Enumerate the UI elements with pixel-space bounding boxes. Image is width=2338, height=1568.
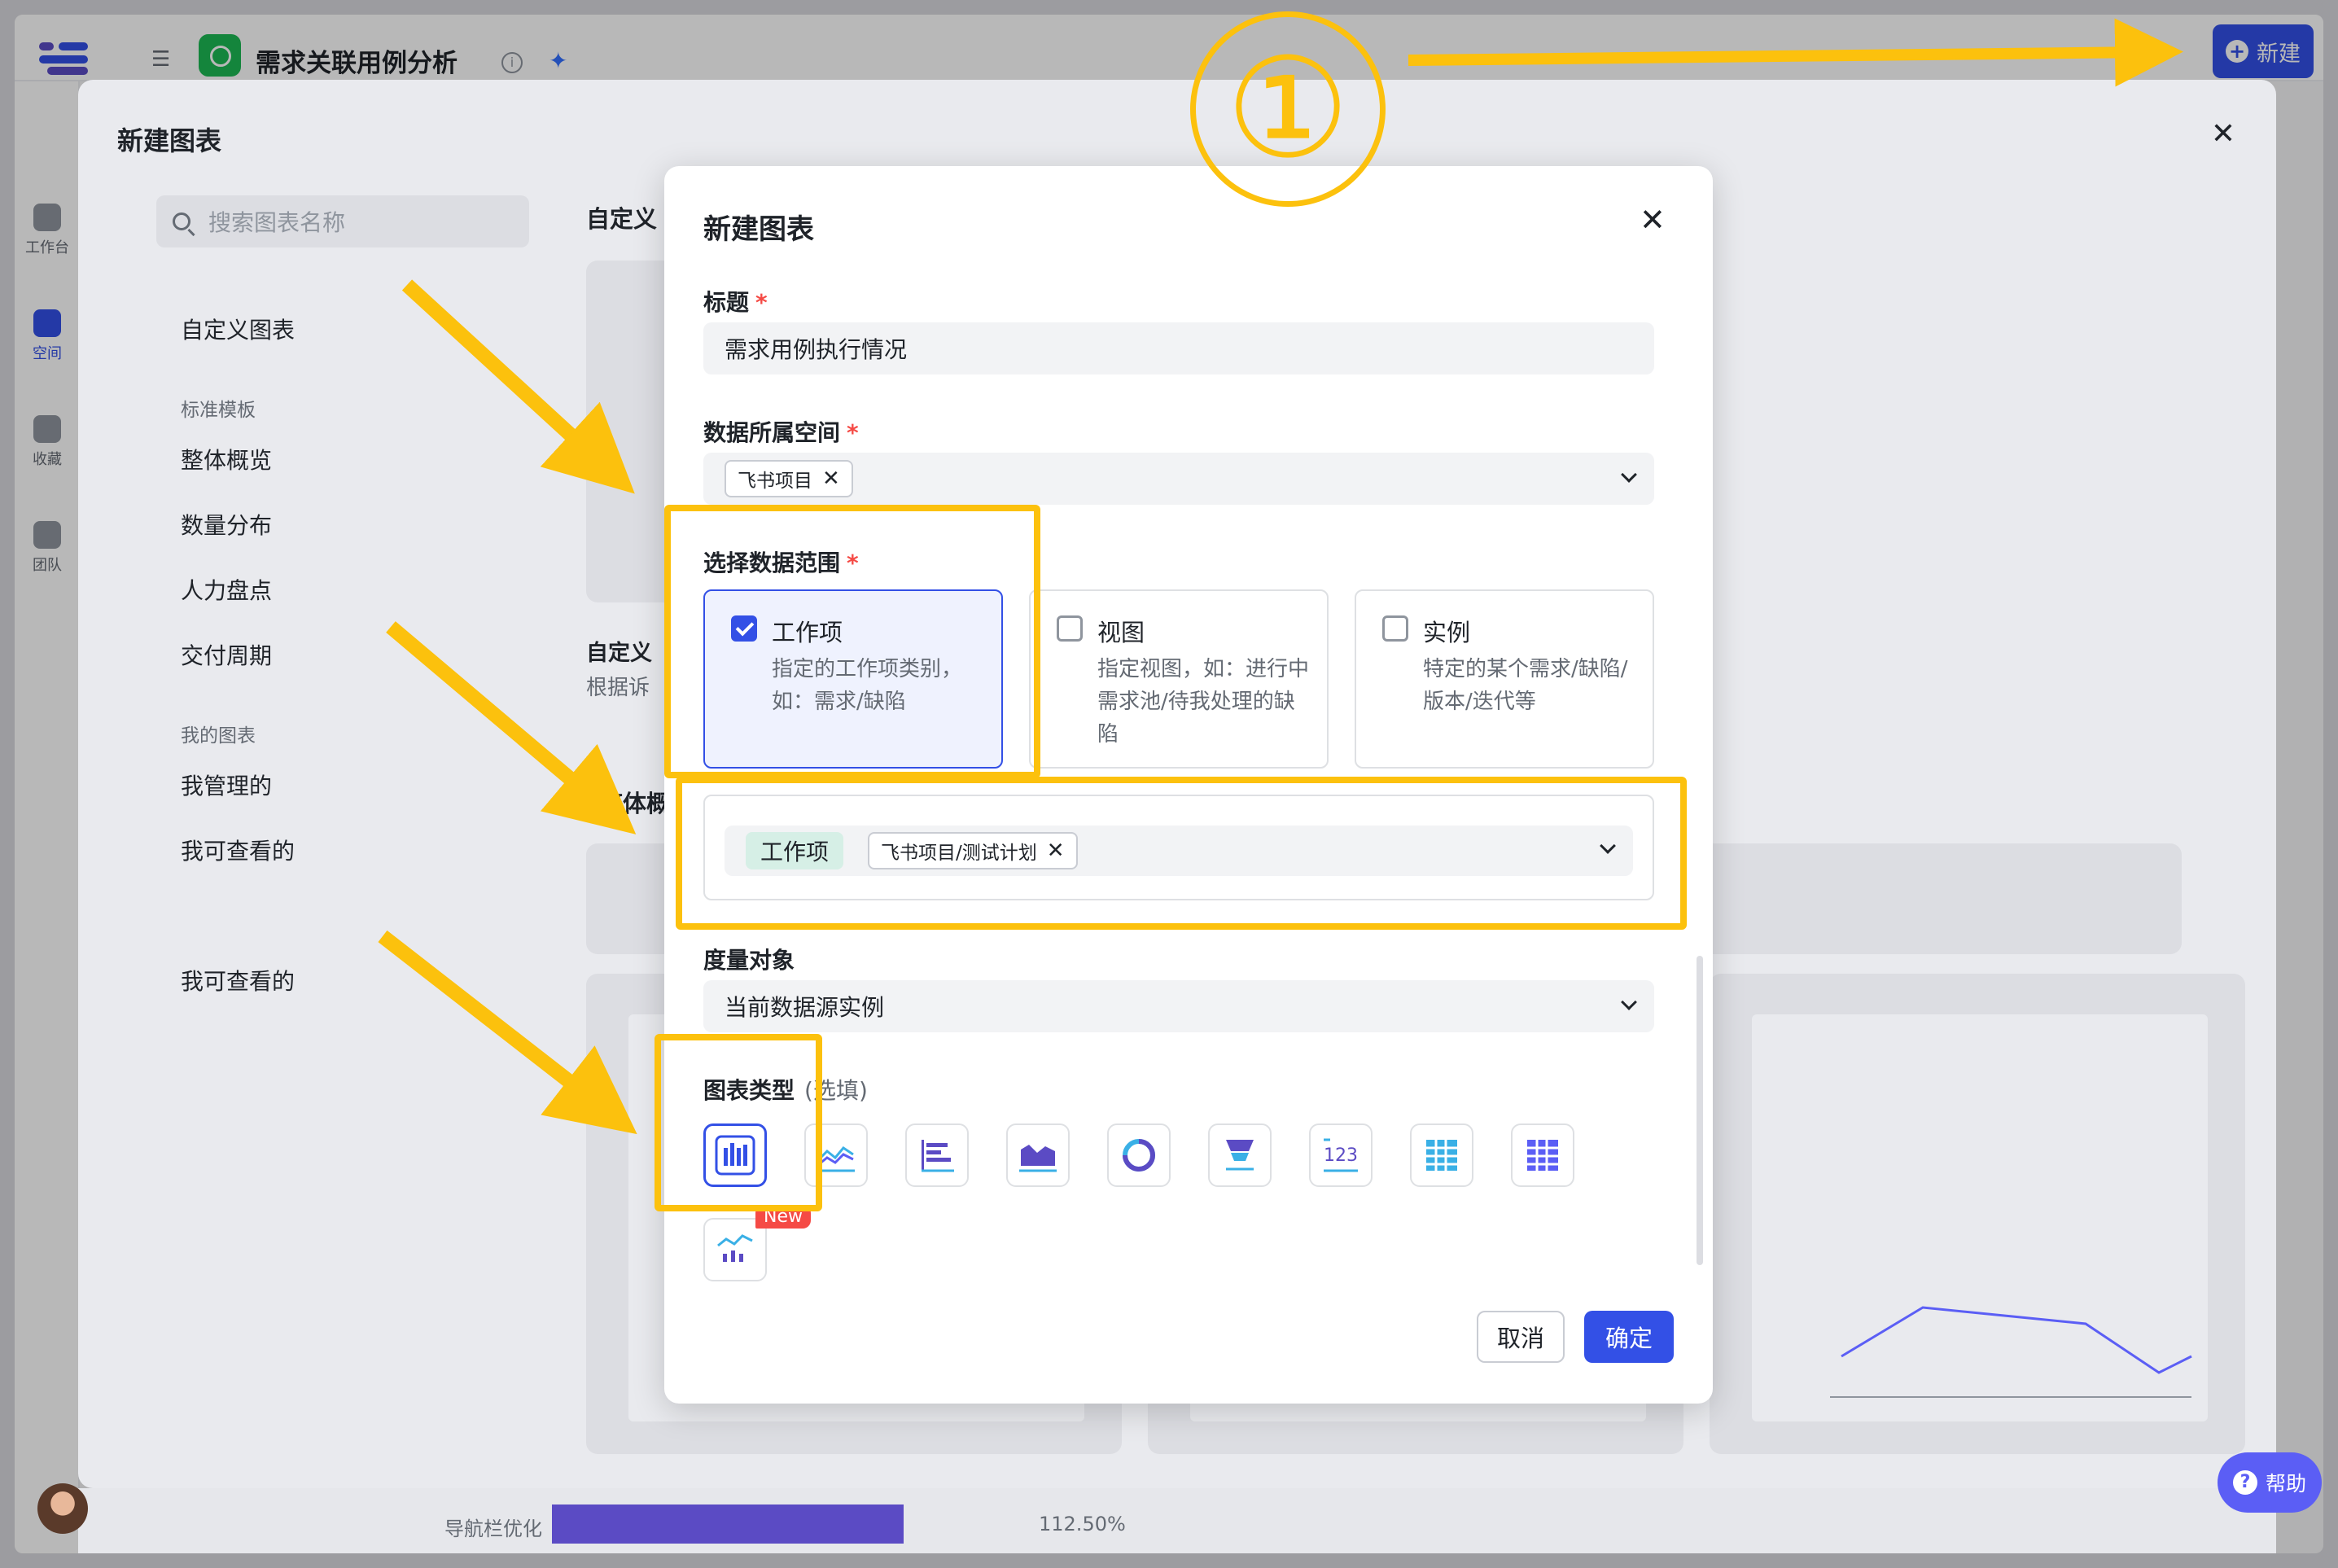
chart-search-input[interactable]: 搜索图表名称 — [156, 195, 529, 247]
help-button[interactable]: ? 帮助 — [2218, 1452, 2322, 1513]
template-card-3[interactable] — [1710, 974, 2245, 1454]
space-field-label: 数据所属空间 * — [703, 419, 859, 446]
pivot-table-glyph — [1527, 1140, 1558, 1171]
dialog-title: 新建图表 — [703, 213, 814, 246]
sidebar-item-delivery[interactable]: 交付周期 — [181, 638, 272, 671]
avatar[interactable] — [37, 1483, 88, 1534]
title-input-value: 需求用例执行情况 — [725, 336, 908, 363]
highlight-box-chart-type — [655, 1034, 822, 1211]
funnel-chart-glyph — [1226, 1140, 1254, 1171]
checkbox-icon[interactable] — [1382, 615, 1408, 642]
outer-modal-title: 新建图表 — [117, 125, 222, 156]
section-custom-title: 自定义 — [586, 205, 658, 233]
cancel-button[interactable]: 取消 — [1477, 1311, 1565, 1363]
chevron-down-icon — [1621, 466, 1637, 483]
horizontal-bar-glyph — [922, 1140, 954, 1172]
scope-option-title: 实例 — [1423, 619, 1471, 646]
confirm-button[interactable]: 确定 — [1584, 1311, 1674, 1363]
scope-option-view[interactable]: 视图 指定视图，如：进行中需求池/待我处理的缺陷 — [1029, 589, 1329, 769]
measure-select-value: 当前数据源实例 — [725, 994, 885, 1021]
sidebar-item-viewable[interactable]: 我可查看的 — [181, 834, 295, 866]
highlight-box-scope — [664, 505, 1040, 778]
search-icon — [173, 212, 190, 230]
title-field-label: 标题 * — [703, 289, 768, 316]
space-tag-label: 飞书项目 — [738, 471, 812, 492]
sidebar-item-overview[interactable]: 整体概览 — [181, 443, 272, 475]
help-icon: ? — [2232, 1470, 2257, 1495]
scope-option-instance[interactable]: 实例 特定的某个需求/缺陷/版本/迭代等 — [1355, 589, 1654, 769]
chevron-down-icon — [1621, 994, 1637, 1010]
step-number-badge: ① — [1190, 11, 1386, 207]
section-overview-title: 整体概 — [599, 790, 671, 817]
number-card-icon[interactable]: 123 — [1309, 1123, 1373, 1187]
outer-close-icon[interactable]: ✕ — [2211, 117, 2235, 151]
sidebar-item-viewable-extra[interactable]: 我可查看的 — [181, 964, 295, 996]
horizontal-bar-icon[interactable] — [905, 1123, 969, 1187]
help-button-label: 帮助 — [2265, 1472, 2306, 1496]
donut-chart-glyph — [1123, 1139, 1155, 1172]
progress-value: 112.50% — [1039, 1513, 1126, 1535]
combo-chart-glyph — [717, 1234, 753, 1262]
area-chart-icon[interactable] — [1006, 1123, 1070, 1187]
custom-card-title: 自定义 — [586, 641, 652, 666]
measure-field-label: 度量对象 — [703, 947, 795, 974]
table-glyph — [1426, 1140, 1457, 1171]
svg-text:123: 123 — [1324, 1145, 1358, 1166]
title-input[interactable]: 需求用例执行情况 — [703, 322, 1654, 374]
custom-card-desc: 根据诉 — [586, 676, 650, 700]
checkbox-icon[interactable] — [1057, 615, 1083, 642]
sidebar-item-managed[interactable]: 我管理的 — [181, 769, 272, 801]
area-chart-glyph — [1019, 1145, 1057, 1172]
table-icon[interactable] — [1410, 1123, 1473, 1187]
progress-label: 导航栏优化 — [444, 1518, 542, 1540]
scope-option-desc: 指定视图，如：进行中需求池/待我处理的缺陷 — [1097, 657, 1310, 747]
measure-select[interactable]: 当前数据源实例 — [703, 980, 1654, 1032]
search-placeholder: 搜索图表名称 — [208, 209, 346, 236]
progress-fill — [552, 1504, 904, 1544]
space-select[interactable]: 飞书项目 ✕ — [703, 453, 1654, 505]
card-chart-preview — [1752, 1014, 2208, 1421]
sidebar-group-mine: 我的图表 — [181, 725, 256, 747]
sidebar-item-distribution[interactable]: 数量分布 — [181, 508, 272, 541]
scope-option-title: 视图 — [1097, 619, 1145, 646]
highlight-box-filter — [676, 777, 1687, 930]
sidebar-item-manpower[interactable]: 人力盘点 — [181, 573, 272, 606]
remove-tag-icon[interactable]: ✕ — [822, 466, 840, 491]
number-card-glyph: 123 — [1324, 1138, 1358, 1172]
funnel-chart-icon[interactable] — [1208, 1123, 1272, 1187]
sidebar-group-standard: 标准模板 — [181, 400, 256, 421]
line-preview-icon — [1830, 1306, 2192, 1398]
donut-chart-icon[interactable] — [1107, 1123, 1171, 1187]
combo-chart-icon[interactable]: New — [703, 1205, 811, 1281]
space-tag: 飞书项目 ✕ — [725, 460, 853, 497]
close-icon[interactable]: ✕ — [1640, 202, 1666, 238]
scope-option-desc: 特定的某个需求/缺陷/版本/迭代等 — [1423, 657, 1628, 714]
pivot-table-icon[interactable] — [1511, 1123, 1574, 1187]
sidebar-item-custom[interactable]: 自定义图表 — [181, 313, 295, 345]
dialog-scrollbar[interactable] — [1697, 956, 1703, 1265]
